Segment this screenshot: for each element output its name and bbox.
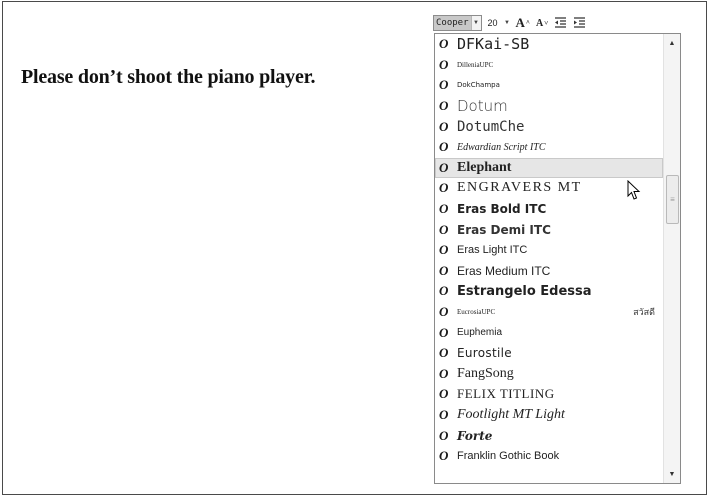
opentype-font-icon: O [439,180,449,196]
decrease-indent-button[interactable] [552,15,569,31]
font-list-item-label: Eras Bold ITC [457,202,547,217]
font-list-item-label: ENGRAVERS MT [457,180,582,196]
font-list-item-label: Edwardian Script ITC [457,141,546,153]
font-list-item[interactable]: O Elephant [435,157,663,179]
font-list-item[interactable]: O Eras Medium ITC [435,261,663,282]
shrink-marker: ˅ [544,19,549,27]
font-list-item-label: Elephant [457,159,512,175]
font-list-item-label: Footlight MT Light [457,406,565,422]
scroll-up-arrow-icon[interactable]: ▲ [664,35,680,51]
opentype-font-icon: O [439,118,449,134]
font-size-combo[interactable]: 20 ▼ [487,15,512,31]
opentype-font-icon: O [439,345,449,361]
font-list-item[interactable]: O Dotum [435,96,663,117]
shrink-font-label: A [536,17,544,29]
mini-toolbar: Cooper ▼ 20 ▼ A ^ A ˅ [433,13,588,33]
font-name-combo[interactable]: Cooper ▼ [433,15,482,31]
font-list: O DFKai-SB O DilleniaUPC O DokChampa O Dotum O Do… [435,34,663,466]
font-list-item[interactable]: O Eras Demi ITC [435,219,663,240]
font-list-item[interactable]: O Eras Bold ITC [435,199,663,220]
font-list-item[interactable]: O Eurostile [435,343,663,364]
font-list-item-label: Eurostile [457,346,512,361]
font-list-item-label: FangSong [457,365,514,381]
vertical-scrollbar[interactable]: ▲ ≡ ▼ [663,34,680,483]
opentype-font-icon: O [439,304,449,320]
font-list-item-label: DFKai-SB [457,35,530,54]
font-list-item[interactable]: O Forte [435,425,663,446]
opentype-font-icon: O [439,448,449,464]
font-list-item[interactable]: O FangSong [435,364,663,385]
font-list-item-label: Estrangelo Edessa [457,283,592,299]
opentype-font-icon: O [439,386,449,402]
opentype-font-icon: O [439,98,449,114]
opentype-font-icon: O [439,283,449,299]
grow-font-button[interactable]: A ^ [514,15,532,31]
font-list-item[interactable]: O Footlight MT Light [435,405,663,426]
font-list-item-label: DotumChe [457,118,525,135]
font-list-item[interactable]: O Euphemia [435,322,663,343]
font-list-item-label: Eras Medium ITC [457,263,551,278]
font-list-item-label: Forte [457,428,493,443]
opentype-font-icon: O [439,221,449,237]
font-list-item-label: Eras Demi ITC [457,222,551,237]
document-text[interactable]: Please don’t shoot the piano player. [21,66,316,89]
grow-marker: ^ [525,19,530,27]
font-list-item-label: FELIX TITLING [457,386,555,402]
increase-indent-icon [574,17,586,28]
font-list-item[interactable]: O Franklin Gothic Book [435,446,663,467]
font-list-item-label: Eras Light ITC [457,244,528,257]
font-list-item[interactable]: O DFKai-SB [435,34,663,55]
font-list-item[interactable]: O DokChampa [435,75,663,96]
font-list-item[interactable]: O DilleniaUPC [435,55,663,76]
font-list-item[interactable]: O Edwardian Script ITC [435,137,663,158]
font-size-value[interactable]: 20 [487,18,503,28]
font-list-item[interactable]: O FELIX TITLING [435,384,663,405]
font-list-item-label: DokChampa [457,81,500,90]
opentype-font-icon: O [439,324,449,340]
opentype-font-icon: O [439,159,449,175]
scroll-thumb[interactable]: ≡ [666,175,679,224]
opentype-font-icon: O [439,201,449,217]
font-list-item[interactable]: O Estrangelo Edessa [435,281,663,302]
opentype-font-icon: O [439,262,449,278]
opentype-font-icon: O [439,56,449,72]
font-list-item-label: EucrosiaUPC [457,308,496,317]
font-list-item-label: Franklin Gothic Book [457,450,560,463]
font-dropdown-list[interactable]: O DFKai-SB O DilleniaUPC O DokChampa O Dotum O Do… [434,33,681,484]
chevron-down-icon[interactable]: ▼ [503,16,512,30]
font-list-item[interactable]: O EucrosiaUPC สวัสดี [435,302,663,323]
shrink-font-button[interactable]: A ˅ [534,15,550,31]
font-name-value[interactable]: Cooper [434,16,471,30]
font-list-item[interactable]: O Eras Light ITC [435,240,663,261]
opentype-font-icon: O [439,406,449,422]
scroll-down-arrow-icon[interactable]: ▼ [664,466,680,482]
opentype-font-icon: O [439,36,449,52]
opentype-font-icon: O [439,139,449,155]
opentype-font-icon: O [439,242,449,258]
opentype-font-icon: O [439,427,449,443]
font-list-item[interactable]: O DotumChe [435,116,663,137]
script-sample-text: สวัสดี [633,308,655,319]
decrease-indent-icon [555,17,567,28]
mouse-pointer-icon [627,180,641,200]
opentype-font-icon: O [439,77,449,93]
increase-indent-button[interactable] [571,15,588,31]
font-list-item-label: DilleniaUPC [457,60,494,69]
grow-font-label: A [515,15,525,30]
font-list-item-label: Euphemia [457,327,503,339]
opentype-font-icon: O [439,365,449,381]
font-list-item-label: Dotum [457,97,508,116]
chevron-down-icon[interactable]: ▼ [470,16,481,30]
